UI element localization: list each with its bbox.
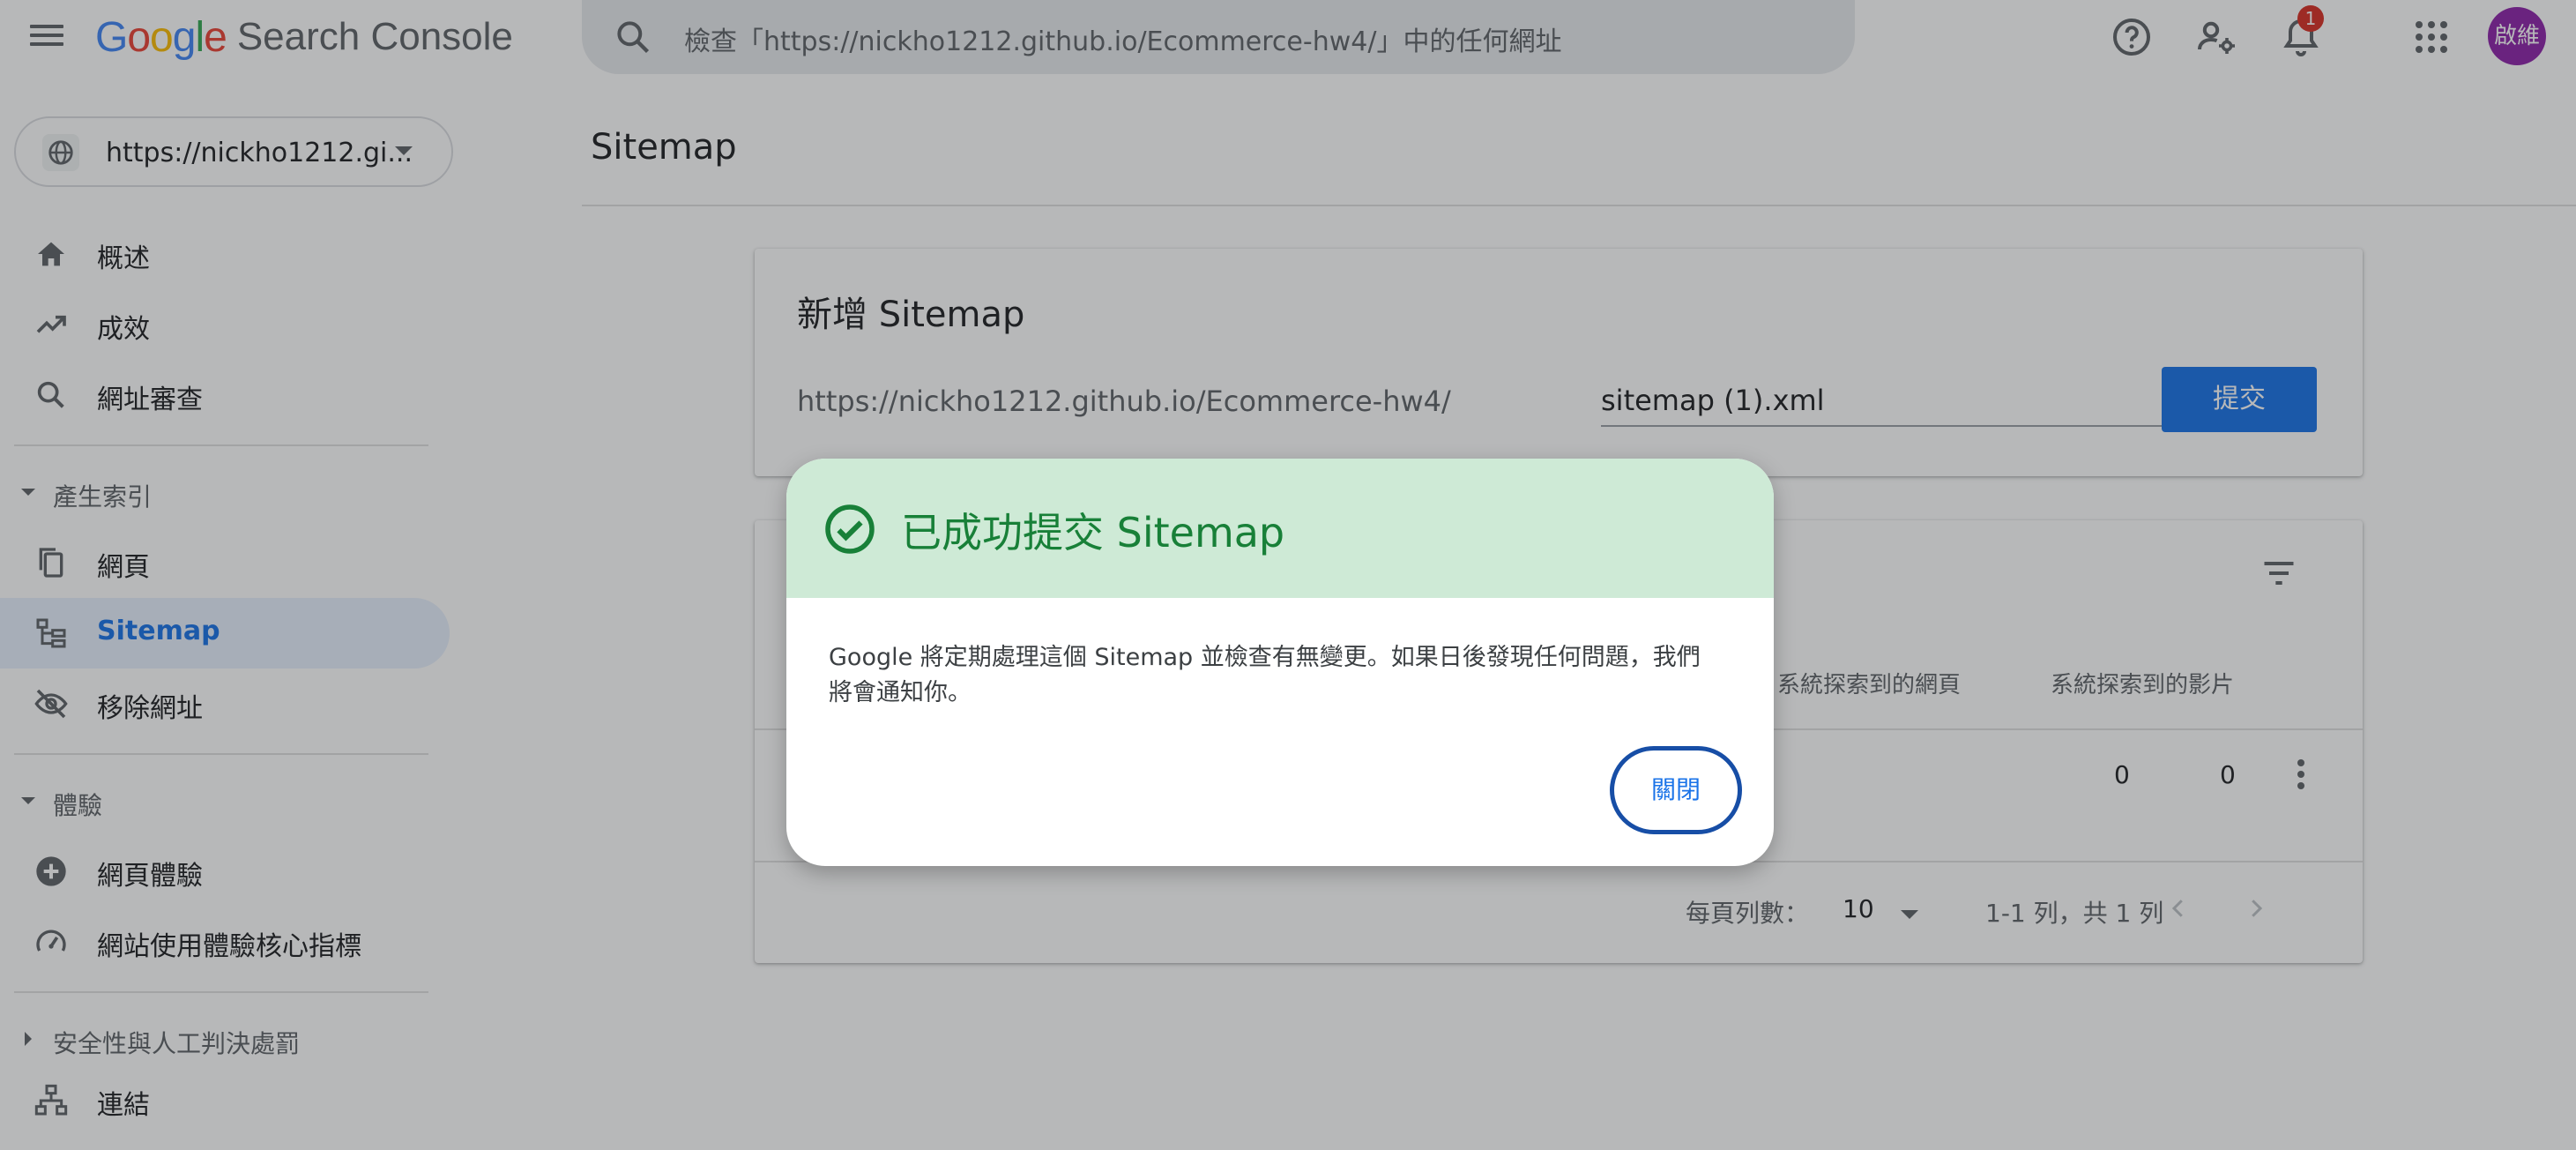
close-button[interactable]: 關閉 — [1610, 746, 1742, 834]
search-console-app: Google Search Console 檢查「https://nickho1… — [0, 0, 2576, 1150]
dialog-header: 已成功提交 Sitemap — [786, 459, 1774, 598]
check-circle-icon — [825, 504, 875, 554]
dialog-title: 已成功提交 Sitemap — [901, 509, 1285, 556]
dialog-body: Google 將定期處理這個 Sitemap 並檢查有無變更。如果日後發現任何問… — [829, 644, 1701, 706]
success-dialog: 已成功提交 Sitemap Google 將定期處理這個 Sitemap 並檢查… — [786, 459, 1774, 866]
